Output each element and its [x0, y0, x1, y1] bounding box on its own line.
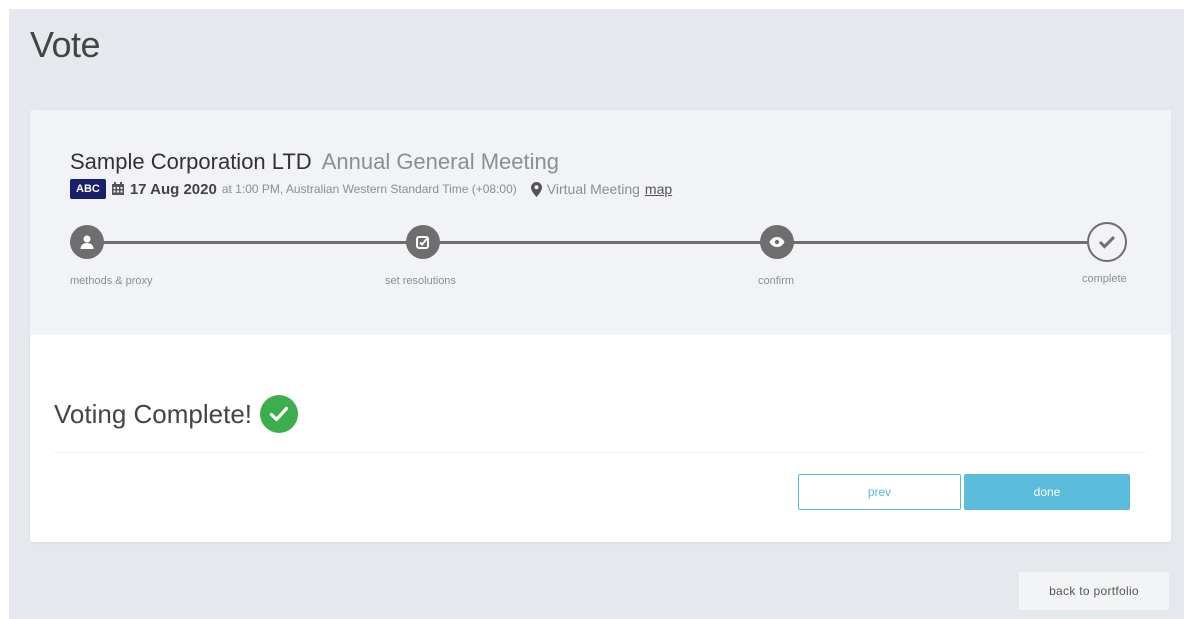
step-label-complete: complete [1082, 273, 1127, 285]
prev-button[interactable]: prev [798, 474, 961, 510]
meeting-date: 17 Aug 2020 [129, 180, 217, 198]
done-button[interactable]: done [964, 474, 1130, 510]
step-label-methods-proxy: methods & proxy [70, 275, 153, 287]
company-name: Sample Corporation LTD [70, 149, 312, 174]
checkbox-edit-icon [416, 236, 429, 249]
meeting-title: Sample Corporation LTD Annual General Mee… [70, 149, 559, 175]
check-icon [1098, 235, 1116, 249]
progress-steps: methods & proxy set resolutions confirm … [30, 220, 1171, 300]
step-label-set-resolutions: set resolutions [385, 275, 456, 287]
eye-icon [769, 237, 785, 247]
meeting-header: Sample Corporation LTD Annual General Mee… [30, 110, 1171, 335]
vote-card: Sample Corporation LTD Annual General Mee… [30, 110, 1171, 542]
step-set-resolutions [406, 225, 440, 259]
location-pin-icon [530, 181, 542, 197]
step-label-confirm: confirm [758, 275, 795, 287]
result-text: Voting Complete! [54, 398, 253, 429]
success-check-icon [260, 395, 299, 433]
step-complete [1087, 222, 1127, 262]
user-icon [80, 235, 94, 249]
ticker-badge: ABC [70, 179, 106, 199]
back-to-portfolio-button[interactable]: back to portfolio [1019, 572, 1169, 610]
meeting-type: Annual General Meeting [321, 149, 559, 174]
page-title: Vote [30, 24, 101, 65]
meeting-time: at 1:00 PM, Australian Western Standard … [221, 182, 517, 196]
meeting-details: ABC 17 Aug 2020 at 1:00 PM, Australian W… [70, 179, 672, 199]
map-link[interactable]: map [645, 181, 672, 197]
progress-line [87, 241, 1107, 244]
divider [54, 452, 1146, 453]
result-heading: Voting Complete! [54, 395, 299, 433]
meeting-location: Virtual Meeting [546, 181, 640, 197]
step-methods-proxy [70, 225, 104, 259]
calendar-icon [111, 182, 125, 196]
step-confirm [760, 225, 794, 259]
